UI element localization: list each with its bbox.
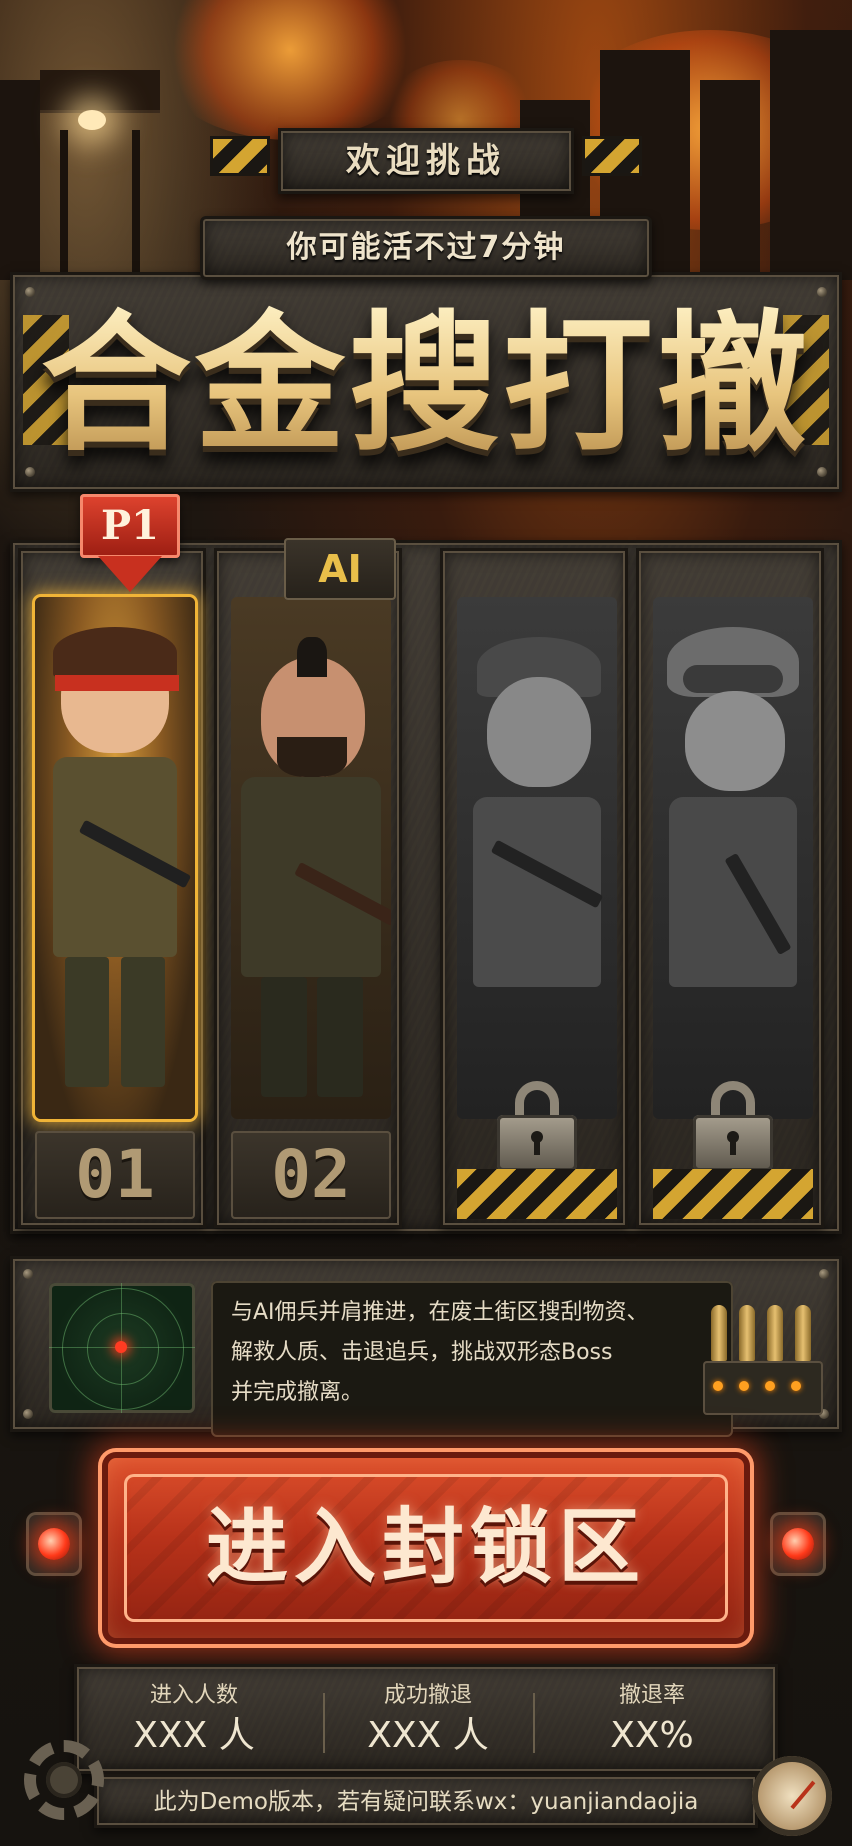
character-portrait [653,597,813,1119]
briefing-line: 并完成撤离。 [231,1380,364,1405]
footer-bar: 此为Demo版本，若有疑问联系wx：yuanjiandaojia [94,1774,758,1828]
stat-extracted: 成功撤退 XXX 人 [323,1681,533,1763]
mohawk-heavy-gunner [231,597,391,1119]
warning-light-right-icon [770,1512,826,1576]
mission-briefing-panel: 与AI佣兵并肩推进，在废土街区搜刮物资、 解救人质、击退追兵，挑战双形态Boss… [10,1256,842,1437]
skull-cap-sniper [457,597,617,1119]
briefing-text: 与AI佣兵并肩推进，在废土街区搜刮物资、 解救人质、击退追兵，挑战双形态Boss… [211,1281,733,1437]
stat-label: 撤退率 [618,1683,685,1708]
title-plate: 合金搜打撤 [10,272,842,492]
lock-icon [693,1081,773,1171]
slot-number-plate: 02 [231,1131,391,1219]
hazard-stripe-top-right [582,136,642,176]
character-portrait [457,597,617,1119]
watchtower [40,70,160,280]
footer-text: 此为Demo版本，若有疑问联系wx：yuanjiandaojia [153,1789,699,1815]
character-portrait [35,597,195,1119]
game-title: 合金搜打撤 [13,295,839,475]
radar-icon [49,1283,195,1413]
stats-panel: 进入人数 XXX 人 成功撤退 XXX 人 撤退率 XX% [74,1664,778,1774]
ammo-icon [703,1305,823,1415]
stat-entered: 进入人数 XXX 人 [89,1681,299,1763]
slot-number: 02 [271,1136,351,1213]
start-area: 进入封锁区 [0,1448,852,1648]
character-slot-locked-4[interactable] [636,548,824,1228]
stat-value: XXX 人 [367,1715,489,1756]
welcome-text: 欢迎挑战 [346,141,506,181]
p1-arrow-icon [98,556,162,592]
briefing-line: 解救人质、击退追兵，挑战双形态Boss [231,1340,613,1365]
character-slot-locked-3[interactable] [440,548,628,1228]
start-button-label: 进入封锁区 [205,1500,646,1595]
character-portrait [231,597,391,1119]
lock-icon [497,1081,577,1171]
subtitle-text: 你可能活不过7分钟 [286,230,566,265]
headband-icon [55,675,179,691]
stat-label: 成功撤退 [383,1683,472,1708]
ai-tag: AI [284,538,396,600]
gear-core [46,1762,82,1798]
goggles-icon [683,665,783,693]
pressure-gauge-icon [752,1756,832,1836]
enter-lockdown-zone-button[interactable]: 进入封锁区 [98,1448,754,1648]
searchlight-icon [78,110,106,130]
slot-number: 01 [75,1136,155,1213]
hazard-stripe-top-left [210,136,270,176]
goggles-scout [653,597,813,1119]
stat-extraction-rate: 撤退率 XX% [547,1681,757,1763]
p1-tag: P1 [80,494,180,558]
welcome-banner: 欢迎挑战 [278,128,574,194]
warning-light-left-icon [26,1512,82,1576]
locked-hazard-plate [457,1169,617,1219]
character-slot-01[interactable]: 01 [18,548,206,1228]
slot-number-plate: 01 [35,1131,195,1219]
red-headband-soldier [35,597,195,1119]
stat-label: 进入人数 [149,1683,238,1708]
subtitle-banner: 你可能活不过7分钟 [200,216,652,280]
character-slot-02[interactable]: 02 [214,548,402,1228]
stat-value: XX% [610,1715,694,1756]
locked-hazard-plate [653,1169,813,1219]
briefing-line: 与AI佣兵并肩推进，在废土街区搜刮物资、 [231,1300,649,1325]
stat-value: XXX 人 [133,1715,255,1756]
